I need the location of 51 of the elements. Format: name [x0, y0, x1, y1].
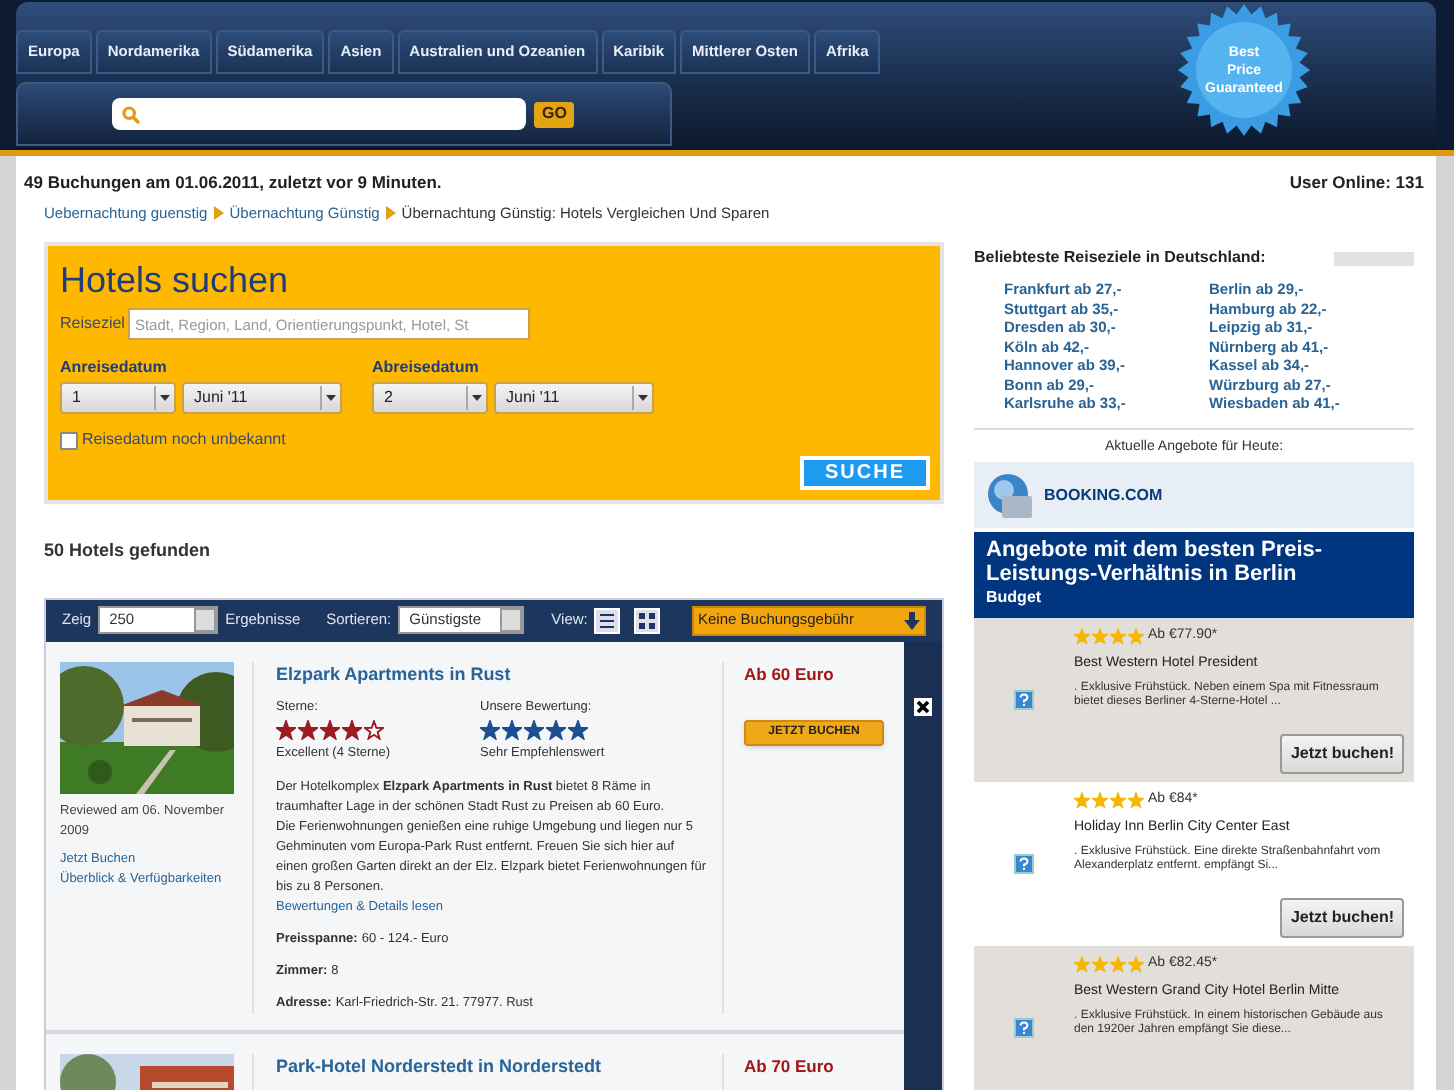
select-field[interactable]: Juni '11	[494, 382, 654, 414]
results-count: 50 Hotels gefunden	[44, 538, 213, 564]
book-now-button[interactable]: Jetzt buchen!	[1280, 898, 1404, 938]
star-icon	[546, 719, 566, 739]
close-icon[interactable]	[914, 697, 932, 715]
broken-image-icon	[1014, 690, 1034, 710]
field-label: Anreisedatum	[60, 356, 169, 380]
list-view-icon[interactable]	[593, 607, 620, 633]
star-icon	[364, 719, 384, 739]
popular-title: Beliebteste Reiseziele in Deutschland:	[974, 246, 1266, 270]
hotel-price: Ab 60 Euro	[744, 661, 836, 685]
search-field[interactable]	[112, 98, 526, 130]
broken-image-icon	[1014, 1018, 1034, 1038]
hotel-name[interactable]: Elzpark Apartments in Rust	[276, 661, 706, 685]
banner-title: Angebote mit dem besten Preis-Leistungs-Verhältnis in Berlin	[986, 538, 1325, 586]
search-title: Hotels suchen	[60, 258, 291, 302]
badge-starburst	[1176, 4, 1312, 136]
star-icon	[298, 719, 318, 739]
hotel-price: Ab 70 Euro	[744, 1053, 836, 1077]
star-icon	[342, 719, 362, 739]
user-online-count: User Online: 131	[1289, 170, 1424, 196]
field-label: Reiseziel	[60, 312, 125, 336]
checkbox-label: Reisedatum noch unbekannt	[82, 428, 286, 452]
provider-logo-text: BOOKING.COM	[1044, 483, 1163, 507]
star-icon	[320, 719, 340, 739]
search-icon	[122, 105, 140, 123]
banner-subtitle: Budget	[986, 586, 1044, 610]
book-now-button[interactable]: Jetzt buchen!	[1280, 734, 1404, 774]
breadcrumb-arrow-icon	[385, 205, 396, 220]
select-field[interactable]: 2	[372, 382, 488, 414]
dropdown-arrow-icon	[632, 384, 652, 412]
dropdown-arrow-icon	[466, 384, 486, 412]
bookings-info: 49 Buchungen am 01.06.2011, zuletzt vor 9 Minuten.	[24, 170, 442, 196]
star-icon	[480, 719, 500, 739]
grid-view-icon[interactable]	[633, 607, 660, 633]
broken-image-icon	[1014, 854, 1034, 874]
star-icon	[568, 719, 588, 739]
star-icon	[524, 719, 544, 739]
select-field[interactable]: Juni '11	[182, 382, 342, 414]
globe-briefcase-icon	[986, 471, 1034, 519]
checkbox[interactable]	[60, 431, 78, 449]
breadcrumb-arrow-icon	[213, 205, 224, 220]
down-arrow-icon	[904, 611, 920, 629]
hotel-name[interactable]: Park-Hotel Norderstedt in Norderstedt	[276, 1053, 706, 1077]
star-icon	[276, 719, 296, 739]
dropdown-arrow-icon	[154, 384, 174, 412]
field-label: Abreisedatum	[372, 356, 481, 380]
star-icon	[502, 719, 522, 739]
go-button[interactable]: GO	[534, 101, 575, 127]
select-field[interactable]: 1	[60, 382, 176, 414]
dropdown-arrow-icon	[320, 384, 340, 412]
